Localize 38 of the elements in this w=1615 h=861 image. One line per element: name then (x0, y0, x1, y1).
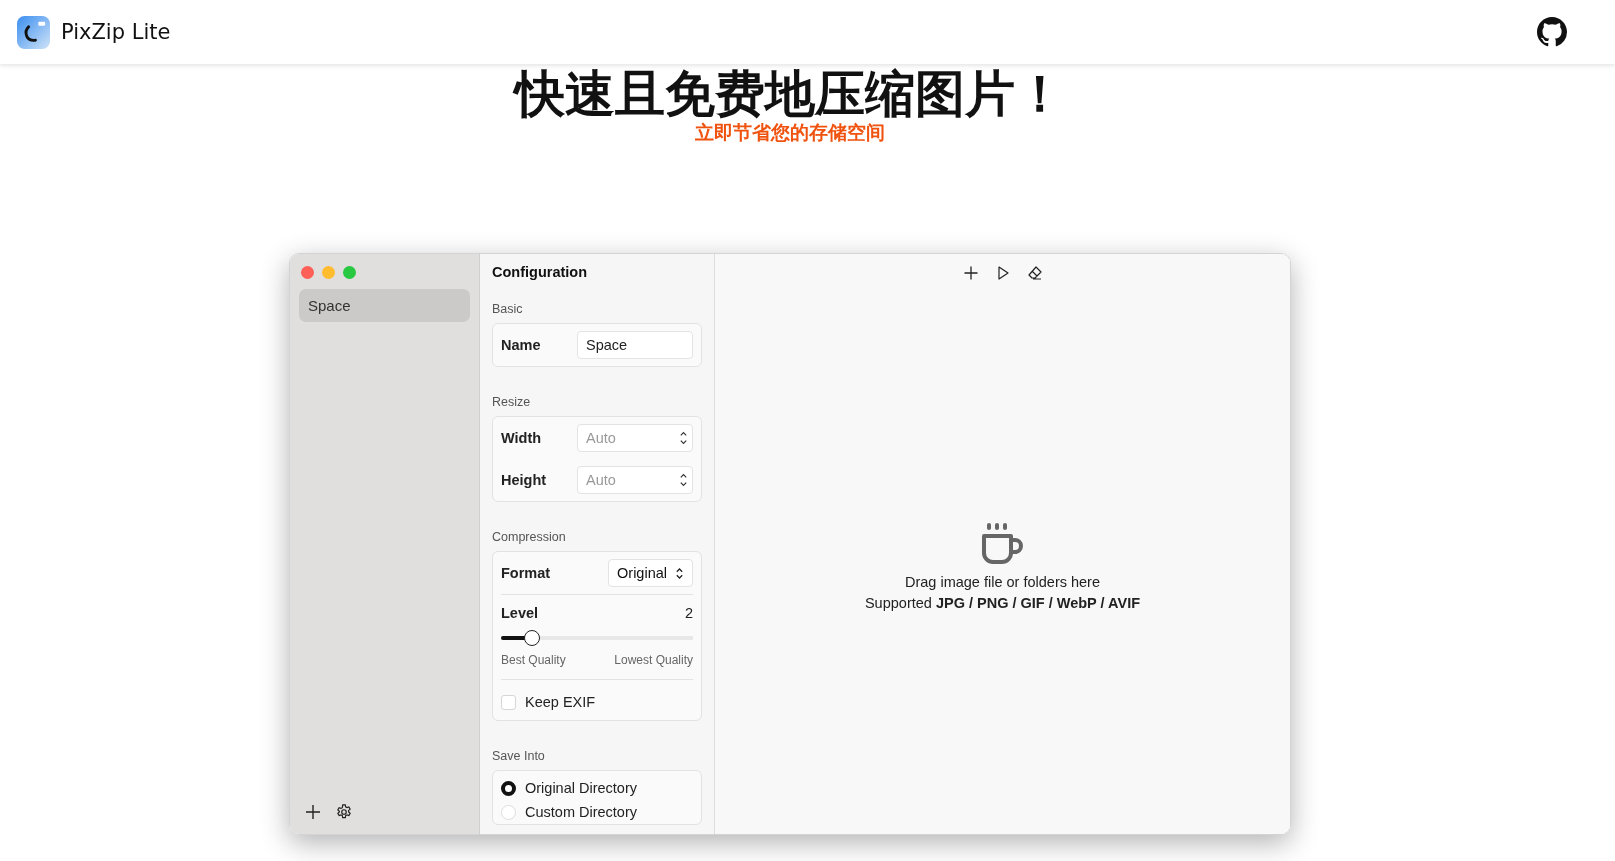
radio-label: Custom Directory (525, 804, 637, 820)
panel-title: Configuration (492, 264, 589, 280)
section-heading: Resize (492, 395, 532, 409)
field-label: Level (501, 605, 539, 621)
radio-button[interactable] (501, 780, 516, 796)
number-field[interactable]: Auto (577, 424, 693, 452)
add-icon[interactable] (305, 804, 321, 820)
settings-icon[interactable] (335, 803, 353, 821)
field-label: Height (501, 472, 547, 488)
sidebar-item[interactable]: Space (299, 289, 470, 322)
section-heading: Compression (492, 530, 567, 544)
drop-hint: Drag image file or folders here (904, 573, 1100, 592)
add-icon[interactable] (962, 265, 979, 281)
app-name[interactable]: PixZip Lite (61, 20, 171, 44)
supported-formats: Supported JPG / PNG / GIF / WebP / AVIF (864, 594, 1141, 613)
up-down-chevron-icon[interactable] (675, 566, 684, 580)
scale-label: Lowest Quality (614, 653, 693, 667)
slider-thumb[interactable] (523, 630, 540, 646)
drop-area[interactable]: Drag image file or folders here Supported JPG / PNG / GIF / WebP / AVIF (715, 254, 1290, 834)
field-label: Name (501, 337, 541, 353)
checkbox-label: Keep EXIF (525, 694, 596, 710)
scale-label: Best Quality (501, 653, 566, 667)
eraser-icon[interactable] (1026, 265, 1043, 281)
number-field[interactable]: Auto (577, 466, 693, 494)
slider-value: 2 (684, 605, 693, 621)
section-heading: Basic (492, 302, 524, 316)
format-dropdown[interactable]: Original (608, 559, 693, 587)
github-icon[interactable] (1537, 17, 1567, 47)
checkbox[interactable] (501, 694, 516, 710)
stepper-icon[interactable] (679, 429, 688, 447)
radio-label: Original Directory (525, 780, 637, 796)
field-label: Width (501, 430, 542, 446)
hero-subtitle: 立即节省您的存储空间 (695, 121, 885, 145)
field-label: Format (501, 565, 551, 581)
stepper-icon[interactable] (679, 471, 688, 489)
text-field[interactable]: Space (577, 331, 693, 359)
app-logo-icon[interactable] (17, 15, 50, 49)
section-heading: Save Into (492, 749, 546, 763)
